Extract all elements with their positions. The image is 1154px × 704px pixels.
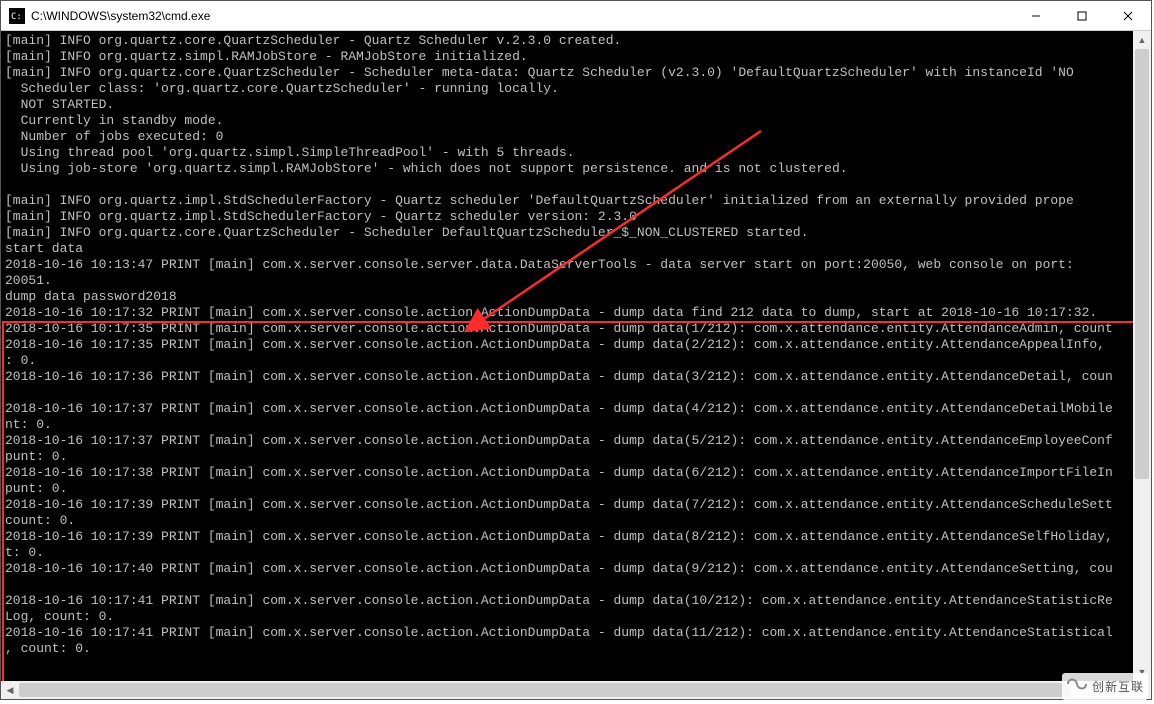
close-icon [1123,11,1133,21]
terminal-line: Currently in standby mode. [5,113,1133,129]
terminal-line: [main] INFO org.quartz.simpl.RAMJobStore… [5,49,1133,65]
maximize-icon [1077,11,1087,21]
terminal-line: [main] INFO org.quartz.impl.StdScheduler… [5,193,1133,209]
svg-text:C:: C: [11,12,22,22]
terminal-line: punt: 0. [5,449,1133,465]
terminal-line [5,177,1133,193]
terminal-line: nt: 0. [5,417,1133,433]
watermark-text: 创新互联 [1092,678,1144,695]
terminal-area: [main] INFO org.quartz.core.QuartzSchedu… [1,31,1151,699]
terminal-line: 2018-10-16 10:17:40 PRINT [main] com.x.s… [5,561,1133,577]
vertical-scrollbar[interactable]: ▲ ▼ [1133,31,1151,681]
terminal-line: 2018-10-16 10:17:35 PRINT [main] com.x.s… [5,337,1133,353]
horizontal-scroll-track[interactable] [19,681,1115,699]
terminal-line: Using thread pool 'org.quartz.simpl.Simp… [5,145,1133,161]
terminal-line: 2018-10-16 10:17:37 PRINT [main] com.x.s… [5,401,1133,417]
close-button[interactable] [1105,1,1151,30]
terminal-line: 2018-10-16 10:17:41 PRINT [main] com.x.s… [5,625,1133,641]
terminal-line: NOT STARTED. [5,97,1133,113]
terminal-line: [main] INFO org.quartz.core.QuartzSchedu… [5,225,1133,241]
cmd-icon: C: [9,8,25,24]
minimize-button[interactable] [1013,1,1059,30]
terminal-line: 2018-10-16 10:13:47 PRINT [main] com.x.s… [5,257,1133,273]
terminal-line: 2018-10-16 10:17:32 PRINT [main] com.x.s… [5,305,1133,321]
window-title: C:\WINDOWS\system32\cmd.exe [31,9,210,23]
watermark: 创新互联 [1062,673,1148,700]
terminal-line: [main] INFO org.quartz.impl.StdScheduler… [5,209,1133,225]
titlebar[interactable]: C: C:\WINDOWS\system32\cmd.exe [1,1,1151,31]
terminal-line [5,385,1133,401]
terminal-line: start data [5,241,1133,257]
vertical-scroll-thumb[interactable] [1135,49,1149,479]
terminal-line: count: 0. [5,513,1133,529]
window-controls [1013,1,1151,30]
terminal-line: [main] INFO org.quartz.core.QuartzSchedu… [5,65,1133,81]
terminal-line: [main] INFO org.quartz.core.QuartzSchedu… [5,33,1133,49]
horizontal-scrollbar[interactable]: ◀ ▶ [1,681,1133,699]
terminal-line: 2018-10-16 10:17:41 PRINT [main] com.x.s… [5,593,1133,609]
terminal-line: , count: 0. [5,641,1133,657]
horizontal-scroll-thumb[interactable] [19,683,1071,697]
terminal-line: 2018-10-16 10:17:37 PRINT [main] com.x.s… [5,433,1133,449]
terminal-line: 2018-10-16 10:17:39 PRINT [main] com.x.s… [5,497,1133,513]
terminal-line: 2018-10-16 10:17:38 PRINT [main] com.x.s… [5,465,1133,481]
terminal-line: 20051. [5,273,1133,289]
terminal-line: t: 0. [5,545,1133,561]
terminal-line: 2018-10-16 10:17:39 PRINT [main] com.x.s… [5,529,1133,545]
scroll-left-button[interactable]: ◀ [1,681,19,699]
terminal-line: 2018-10-16 10:17:36 PRINT [main] com.x.s… [5,369,1133,385]
scroll-up-button[interactable]: ▲ [1133,31,1151,49]
vertical-scroll-track[interactable] [1133,49,1151,663]
terminal-output[interactable]: [main] INFO org.quartz.core.QuartzSchedu… [1,31,1133,681]
cmd-window: C: C:\WINDOWS\system32\cmd.exe [main] IN… [0,0,1152,700]
terminal-line: Scheduler class: 'org.quartz.core.Quartz… [5,81,1133,97]
terminal-line [5,577,1133,593]
terminal-line: Using job-store 'org.quartz.simpl.RAMJob… [5,161,1133,177]
watermark-logo-icon [1066,675,1088,698]
terminal-line: punt: 0. [5,481,1133,497]
minimize-icon [1031,11,1041,21]
maximize-button[interactable] [1059,1,1105,30]
terminal-line: Number of jobs executed: 0 [5,129,1133,145]
terminal-line: dump data password2018 [5,289,1133,305]
terminal-line: : 0. [5,353,1133,369]
terminal-line: Log, count: 0. [5,609,1133,625]
terminal-line: 2018-10-16 10:17:35 PRINT [main] com.x.s… [5,321,1133,337]
